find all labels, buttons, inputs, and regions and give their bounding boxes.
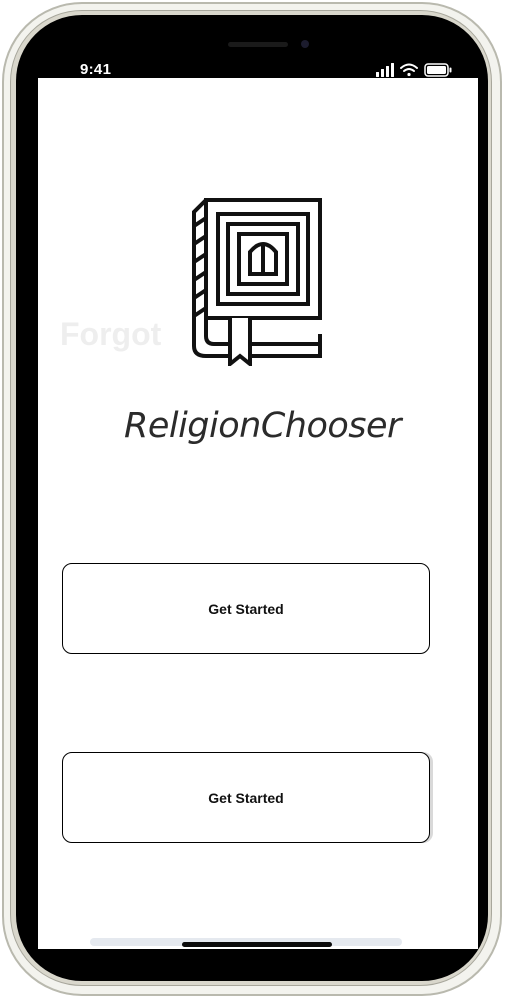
- app-screen: Forgot ReligionChooser Get Started Get S…: [38, 78, 478, 949]
- home-indicator[interactable]: [182, 942, 332, 947]
- wifi-icon: [400, 63, 418, 77]
- status-icons: [376, 63, 452, 77]
- speaker-grille: [228, 42, 288, 47]
- cellular-signal-icon: [376, 63, 394, 77]
- battery-icon: [424, 63, 452, 77]
- app-title: ReligionChooser: [124, 406, 401, 446]
- front-camera: [301, 40, 309, 48]
- get-started-button-secondary[interactable]: Get Started: [62, 752, 430, 843]
- background-ghost-text: Forgot: [60, 316, 162, 352]
- status-time: 9:41: [80, 61, 112, 78]
- book-icon: [192, 198, 322, 366]
- get-started-button[interactable]: Get Started: [62, 563, 430, 654]
